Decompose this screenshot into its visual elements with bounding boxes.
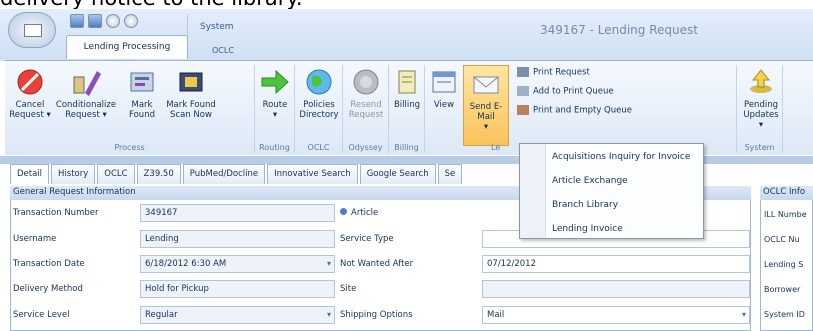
group-odyssey: Resend Request Odyssey [343, 65, 389, 153]
qat-circle2-icon[interactable] [124, 14, 138, 28]
policies-directory-button[interactable]: Policies Directory [299, 67, 339, 120]
menu-item-acquisitions-inquiry[interactable]: Acquisitions Inquiry for Invoice [552, 152, 690, 162]
ill-number-label: ILL Numbe [764, 210, 807, 219]
application-menu-button[interactable] [8, 12, 56, 48]
tab-z3950[interactable]: Z39.50 [136, 164, 181, 184]
pending-updates-button[interactable]: Pending Updates ▾ [741, 67, 781, 130]
oclc-number-label: OCLC Nu [764, 235, 800, 244]
empty-queue-icon [517, 105, 529, 115]
group-label-odyssey: Odyssey [348, 143, 383, 152]
send-email-button[interactable]: Send E-Mail ▾ [463, 65, 509, 146]
service-level-label: Service Level [13, 310, 70, 320]
group-label-system: System [744, 143, 775, 152]
group-oclc: Policies Directory OCLC [295, 65, 343, 153]
email-icon [471, 69, 501, 99]
transaction-date-label: Transaction Date [13, 259, 85, 269]
radio-icon [340, 208, 347, 215]
article-radio[interactable]: Article [340, 208, 378, 218]
ribbon: Cancel Request ▾ Conditionalize Request … [5, 60, 813, 155]
tab-oclc-detail[interactable]: OCLC [97, 164, 135, 184]
tab-oclc[interactable]: OCLC [212, 46, 234, 55]
group-billing: Billing Billing [389, 65, 425, 153]
qat-circle-icon[interactable] [106, 14, 120, 28]
billing-button[interactable]: Billing [392, 67, 422, 110]
tab-history[interactable]: History [51, 164, 96, 184]
send-email-dropdown-menu: Acquisitions Inquiry for Invoice Article… [519, 143, 704, 239]
print-request-button[interactable]: Print Request [517, 67, 647, 78]
menu-item-branch-library[interactable]: Branch Library [552, 200, 618, 210]
cancel-icon [15, 67, 45, 97]
delivery-method-label: Delivery Method [13, 284, 83, 294]
tab-more[interactable]: Se [437, 164, 463, 184]
odyssey-icon [351, 67, 381, 97]
transaction-date-field[interactable]: 6/18/2012 6:30 AM [140, 255, 335, 273]
conditionalize-request-button[interactable]: Conditionalize Request ▾ [53, 67, 119, 120]
lending-string-label: Lending S [764, 260, 804, 269]
print-and-empty-queue-button[interactable]: Print and Empty Queue [517, 105, 657, 116]
group-label-oclc: OCLC [307, 143, 330, 152]
print-queue-icon [517, 86, 529, 96]
printer-icon [517, 67, 529, 77]
shipping-options-label: Shipping Options [340, 310, 413, 320]
view-button[interactable]: View [429, 67, 459, 110]
site-field[interactable] [482, 280, 750, 298]
tab-pubmed-docline[interactable]: PubMed/Docline [182, 164, 266, 184]
context-label-system: System [200, 22, 234, 32]
not-wanted-after-field[interactable]: 07/12/2012 [482, 255, 750, 273]
window-title: 349167 - Lending Request [540, 23, 698, 37]
username-field[interactable]: Lending [140, 230, 335, 248]
qat-save-icon[interactable] [88, 14, 102, 28]
resend-request-button[interactable]: Resend Request [347, 67, 385, 120]
service-level-field[interactable]: Regular [140, 306, 335, 324]
group-label-routing: Routing [259, 143, 290, 152]
transaction-number-field[interactable]: 349167 [140, 204, 335, 222]
delivery-method-field[interactable]: Hold for Pickup [140, 280, 335, 298]
service-type-label: Service Type [340, 234, 394, 244]
view-icon [429, 67, 459, 97]
system-id-label: System ID [764, 310, 805, 319]
add-to-print-queue-button[interactable]: Add to Print Queue [517, 86, 647, 97]
tab-google-search[interactable]: Google Search [359, 164, 436, 184]
globe-icon [304, 67, 334, 97]
pencil-icon [71, 67, 101, 97]
site-label: Site [340, 284, 357, 294]
tab-lending-processing[interactable]: Lending Processing [66, 35, 188, 59]
oclc-info-title: OCLC Info [760, 186, 813, 200]
arrow-right-icon [260, 67, 290, 97]
route-button[interactable]: Route ▾ [259, 67, 291, 120]
borrower-label: Borrower [764, 285, 801, 294]
cancel-request-button[interactable]: Cancel Request ▾ [9, 67, 51, 120]
mark-found-scan-now-button[interactable]: Mark Found Scan Now [165, 67, 217, 120]
app-icon [24, 24, 42, 37]
qat-refresh-icon[interactable] [70, 14, 84, 28]
transaction-number-label: Transaction Number [13, 208, 99, 218]
tab-innovative-search[interactable]: Innovative Search [267, 164, 358, 184]
group-process: Cancel Request ▾ Conditionalize Request … [5, 65, 255, 153]
billing-icon [392, 67, 422, 97]
scanner-icon [176, 67, 206, 97]
group-system: Pending Updates ▾ System [737, 65, 783, 153]
tab-detail[interactable]: Detail [10, 164, 50, 184]
pending-updates-icon [746, 67, 776, 97]
document-icon [127, 67, 157, 97]
not-wanted-after-label: Not Wanted After [340, 259, 414, 269]
username-label: Username [13, 234, 57, 244]
page-caption: delivery notice to the library. [0, 0, 813, 9]
group-label-process: Process [114, 143, 145, 152]
group-routing: Route ▾ Routing [255, 65, 295, 153]
group-label-billing: Billing [394, 143, 419, 152]
menu-item-lending-invoice[interactable]: Lending Invoice [552, 224, 623, 234]
menu-item-article-exchange[interactable]: Article Exchange [552, 176, 628, 186]
group-letters: View Send E-Mail ▾ Print Request Add to … [425, 65, 737, 153]
shipping-options-field[interactable]: Mail [482, 306, 750, 324]
quick-access-toolbar [70, 14, 138, 30]
mark-found-button[interactable]: Mark Found [123, 67, 161, 120]
